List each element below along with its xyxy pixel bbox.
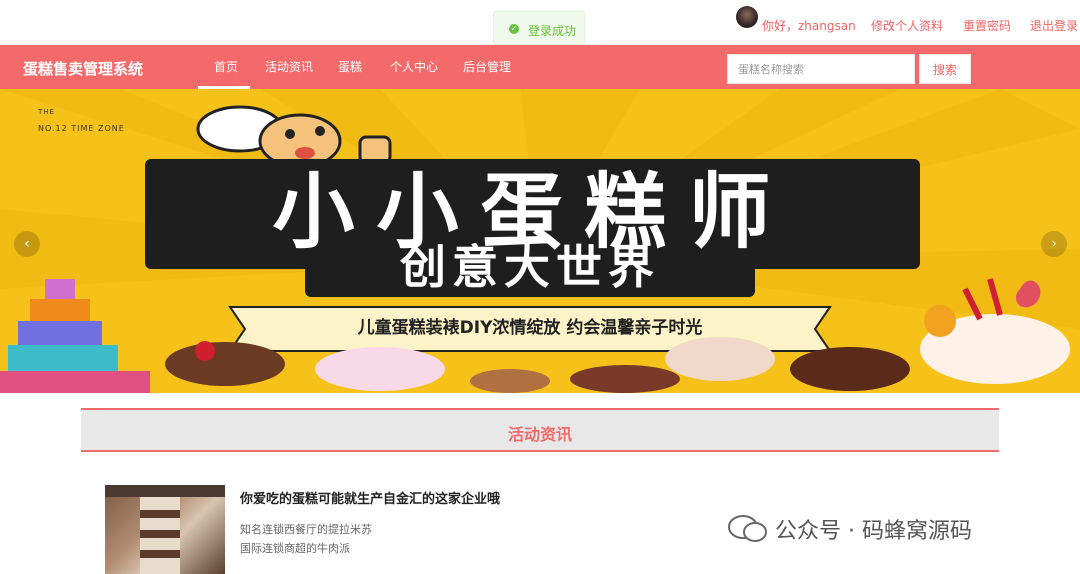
- watermark-text: 公众号 · 码蜂窝源码: [775, 519, 972, 544]
- search-input[interactable]: [727, 54, 915, 84]
- wechat-icon: [728, 515, 767, 542]
- toast-message: 登录成功: [528, 24, 577, 38]
- check-circle-icon: ✓: [509, 24, 519, 34]
- logout-link[interactable]: 退出登录: [1030, 17, 1078, 34]
- banner-ribbon-text: 儿童蛋糕装裱DIY浓情绽放 约会温馨亲子时光: [357, 318, 703, 338]
- nav-item-home[interactable]: 首页: [214, 45, 238, 89]
- nav-item-admin[interactable]: 后台管理: [463, 45, 511, 89]
- nav-item-cakes[interactable]: 蛋糕: [338, 45, 362, 89]
- banner-subheadline: 创意大世界: [400, 240, 660, 294]
- main-navbar: 蛋糕售卖管理系统 首页 活动资讯 蛋糕 个人中心 后台管理 搜索: [0, 45, 1080, 89]
- carousel-prev-button[interactable]: ‹: [14, 231, 40, 257]
- news-summary-line: 知名连锁西餐厅的提拉米苏: [240, 523, 372, 536]
- section-title[interactable]: 活动资讯: [81, 421, 999, 445]
- hero-banner[interactable]: THE NO.12 TIME ZONE 小小蛋糕师 创意大世界 儿童蛋糕装裱DI…: [0, 89, 1080, 393]
- news-thumbnail[interactable]: [105, 485, 225, 574]
- news-section-header: 活动资讯: [81, 408, 999, 452]
- cake-photo-illustration: [105, 485, 225, 574]
- layer-cake-illustration: [0, 279, 150, 393]
- nav-item-profile[interactable]: 个人中心: [390, 45, 438, 89]
- reset-password-link[interactable]: 重置密码: [963, 17, 1011, 34]
- nav-item-news[interactable]: 活动资讯: [265, 45, 313, 89]
- edit-profile-link[interactable]: 修改个人资料: [871, 17, 943, 34]
- banner-tagline: THE NO.12 TIME ZONE: [38, 108, 125, 133]
- login-success-toast: ✓ 登录成功: [493, 11, 585, 45]
- user-bar: ✓ 登录成功 你好，zhangsan 修改个人资料 重置密码 退出登录: [0, 0, 1080, 45]
- avatar[interactable]: [736, 6, 758, 28]
- search-button[interactable]: 搜索: [919, 54, 971, 84]
- site-logo[interactable]: 蛋糕售卖管理系统: [23, 58, 143, 79]
- user-greeting: 你好，zhangsan: [762, 19, 856, 33]
- news-summary-line: 国际连锁商超的牛肉派: [240, 542, 350, 555]
- news-title[interactable]: 你爱吃的蛋糕可能就生产自金汇的这家企业哦: [240, 488, 500, 507]
- carousel-next-button[interactable]: ›: [1041, 231, 1067, 257]
